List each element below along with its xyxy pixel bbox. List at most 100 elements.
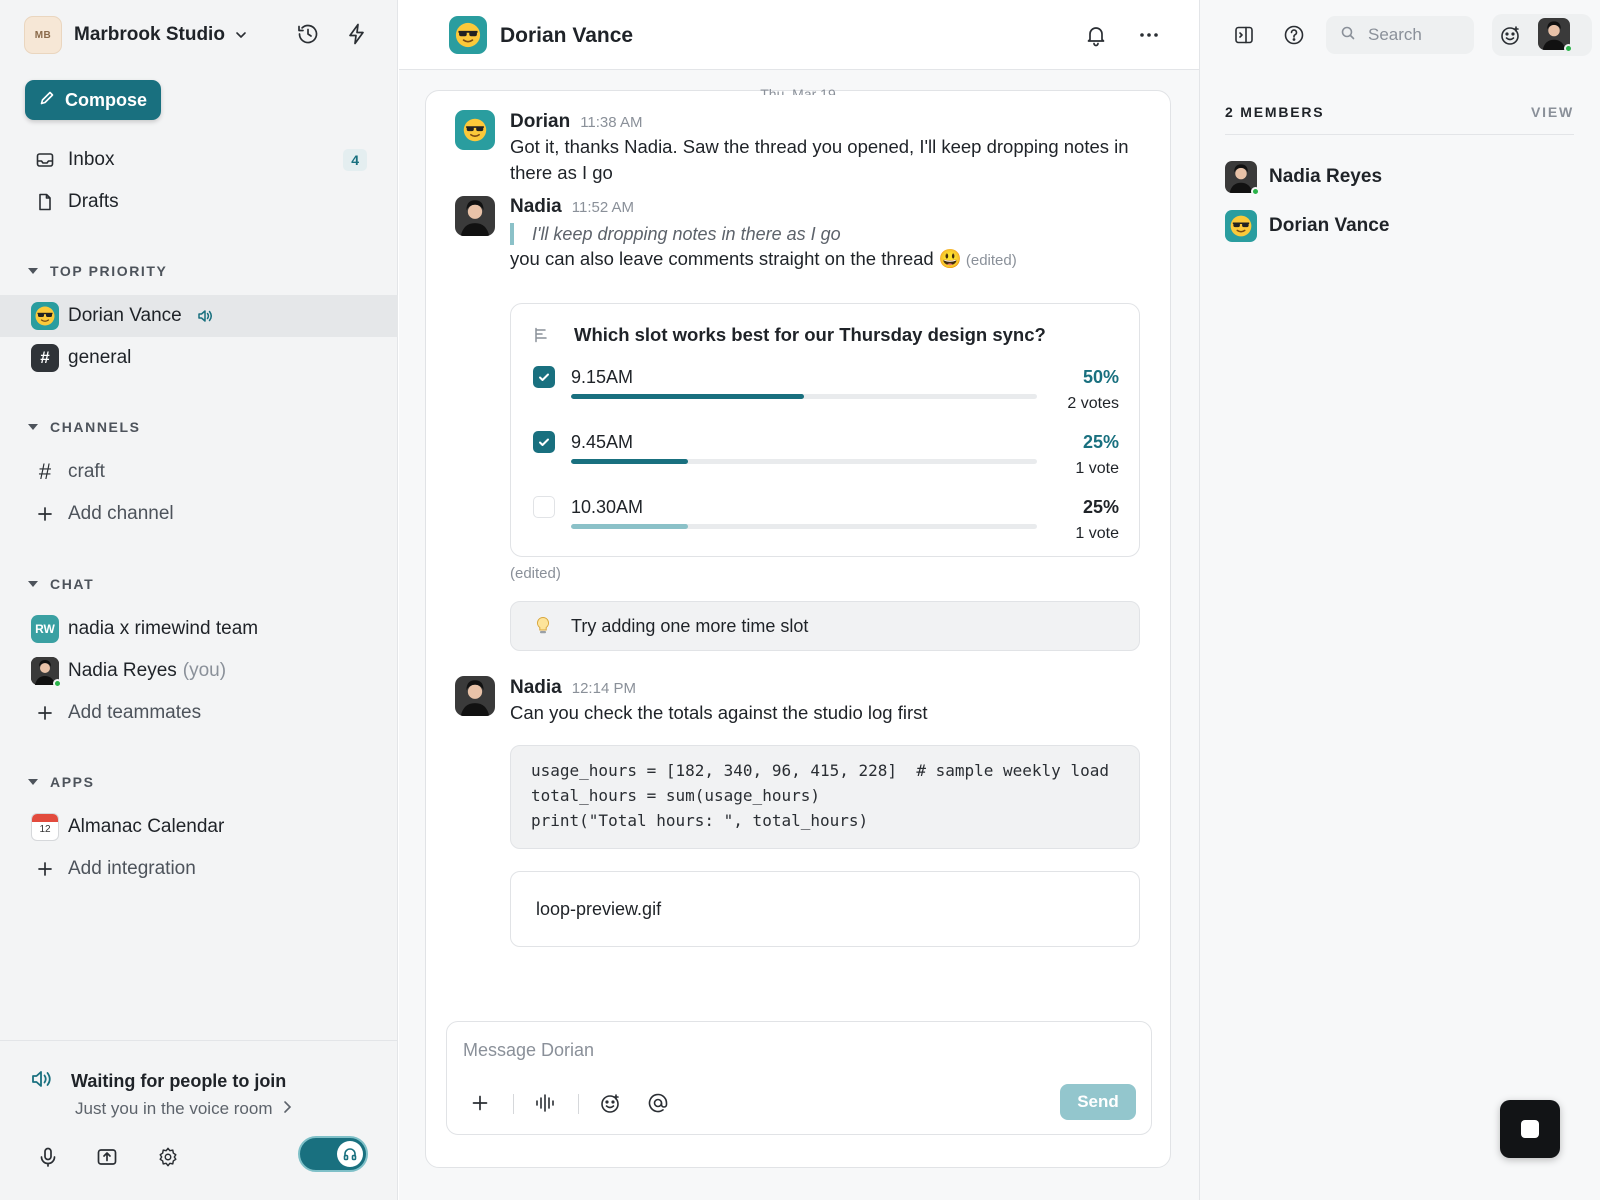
section-chat[interactable]: CHAT [28, 576, 94, 592]
microphone-icon[interactable] [34, 1143, 62, 1171]
workspace-switcher[interactable]: MB Marbrook Studio [24, 16, 249, 54]
more-icon[interactable] [1136, 22, 1162, 48]
sidebar-item-label: Dorian Vance [68, 305, 182, 326]
status-emoji-icon[interactable] [1497, 22, 1523, 48]
hash-icon: # [31, 344, 59, 372]
sidebar-item-rimewind-team[interactable]: RW nadia x rimewind team [0, 608, 398, 650]
section-apps[interactable]: APPS [28, 774, 95, 790]
sidebar-item-label: craft [68, 461, 105, 482]
avatar [455, 196, 495, 236]
message-text: you can also leave comments straight on … [510, 246, 1150, 274]
date-separator: Thu, Mar 19 [760, 86, 836, 95]
sidebar-item-craft[interactable]: # craft [0, 451, 398, 493]
file-attachment[interactable]: loop-preview.gif [510, 871, 1140, 947]
headphones-toggle[interactable] [298, 1136, 368, 1172]
calendar-day: 12 [39, 824, 51, 835]
add-teammates-button[interactable]: Add teammates [0, 692, 398, 734]
code-block: usage_hours = [182, 340, 96, 415, 228] #… [510, 745, 1140, 849]
author-name: Dorian [510, 111, 571, 132]
message-body: you can also leave comments straight on … [510, 248, 962, 269]
stop-icon [1521, 1120, 1539, 1138]
lightbulb-icon [533, 616, 553, 636]
team-avatar: RW [31, 615, 59, 643]
lightning-icon[interactable] [345, 22, 369, 46]
sidebar-item-general[interactable]: # general [0, 337, 398, 379]
message-time: 12:14 PM [571, 680, 636, 697]
voice-room-details-link[interactable]: Just you in the voice room [75, 1099, 292, 1119]
suggestion-tip[interactable]: Try adding one more time slot [510, 601, 1140, 651]
section-chat-label: CHAT [50, 576, 95, 592]
search-input[interactable]: Search [1326, 16, 1474, 54]
avatar [1225, 161, 1260, 196]
poll-progress-fill [571, 394, 804, 399]
chevron-down-icon [233, 27, 249, 43]
chevron-right-icon [282, 1099, 292, 1119]
member-nadia-reyes[interactable]: Nadia Reyes [1225, 160, 1382, 196]
bell-icon[interactable] [1083, 22, 1109, 48]
compose-button[interactable]: Compose [25, 80, 162, 120]
sidebar-item-dorian-vance[interactable]: Dorian Vance [0, 295, 398, 337]
stop-button[interactable] [1500, 1100, 1560, 1158]
message-input[interactable] [463, 1040, 1123, 1061]
poll-option-percent: 25% [1082, 497, 1119, 517]
section-top-priority-label: TOP PRIORITY [50, 263, 168, 279]
add-channel-button[interactable]: Add channel [0, 493, 398, 535]
file-name: loop-preview.gif [536, 898, 662, 919]
section-top-priority[interactable]: TOP PRIORITY [28, 263, 167, 279]
poll-card: Which slot works best for our Thursday d… [510, 303, 1140, 557]
member-name: Dorian Vance [1269, 215, 1390, 236]
inbox-icon [30, 145, 60, 175]
conversation-header: Dorian Vance [399, 0, 1199, 70]
add-integration-button[interactable]: Add integration [0, 848, 398, 890]
sunglasses-emoji-avatar [1225, 210, 1257, 242]
author-name: Nadia [510, 677, 562, 698]
poll-option-label: 9.15AM [571, 367, 634, 387]
poll-option[interactable]: 9.15AM 50% 2 votes [511, 366, 1141, 426]
plus-icon[interactable] [467, 1090, 493, 1116]
checkbox-icon[interactable] [533, 496, 555, 518]
section-channels[interactable]: CHANNELS [28, 419, 141, 435]
caret-down-icon [28, 581, 38, 587]
message-list: Thu, Mar 19 Dorian 11:38 AM Got it, thank… [425, 86, 1171, 1168]
poll-progress-fill [571, 459, 688, 464]
sidebar-item-label: nadia x rimewind team [68, 618, 259, 639]
sidebar-item-almanac-calendar[interactable]: 12 Almanac Calendar [0, 806, 398, 848]
poll-question: Which slot works best for our Thursday d… [574, 324, 1046, 345]
plus-icon [31, 500, 59, 528]
headphones-icon [337, 1141, 363, 1167]
caret-down-icon [28, 779, 38, 785]
checkbox-checked-icon[interactable] [533, 366, 555, 388]
nav-drafts[interactable]: Drafts [30, 183, 375, 221]
poll-option[interactable]: 9.45AM 25% 1 vote [511, 431, 1141, 491]
send-button[interactable]: Send [1060, 1084, 1136, 1120]
nav-inbox[interactable]: Inbox 4 [30, 141, 375, 179]
speaker-icon [30, 1067, 54, 1096]
message-time: 11:38 AM [580, 114, 643, 131]
share-screen-icon[interactable] [93, 1143, 121, 1171]
message-composer: Send [446, 1021, 1152, 1135]
avatar [455, 676, 495, 716]
author-name: Nadia [510, 196, 562, 217]
history-icon[interactable] [296, 22, 320, 46]
checkbox-checked-icon[interactable] [533, 431, 555, 453]
panel-toggle-icon[interactable] [1231, 22, 1257, 48]
mention-icon[interactable] [645, 1090, 671, 1116]
hash-icon: # [38, 459, 52, 484]
sunglasses-emoji-avatar [31, 302, 59, 330]
sidebar-item-nadia-reyes[interactable]: Nadia Reyes (you) [0, 650, 398, 692]
emoji-icon[interactable] [597, 1090, 623, 1116]
poll-option[interactable]: 10.30AM 25% 1 vote [511, 496, 1141, 556]
message-author: Nadia 11:52 AM [510, 196, 634, 218]
online-indicator [53, 679, 62, 688]
add-channel-label: Add channel [68, 503, 174, 524]
waveform-icon[interactable] [532, 1090, 558, 1116]
file-icon [30, 187, 60, 217]
view-members-link[interactable]: VIEW [1531, 104, 1574, 120]
message-author: Nadia 12:14 PM [510, 677, 636, 699]
poll-progress-track [571, 524, 1037, 529]
message-text: Got it, thanks Nadia. Saw the thread you… [510, 136, 1129, 183]
help-icon[interactable] [1281, 22, 1307, 48]
members-heading: 2 MEMBERS [1225, 104, 1325, 120]
member-dorian-vance[interactable]: Dorian Vance [1225, 209, 1389, 243]
gear-icon[interactable] [154, 1143, 182, 1171]
